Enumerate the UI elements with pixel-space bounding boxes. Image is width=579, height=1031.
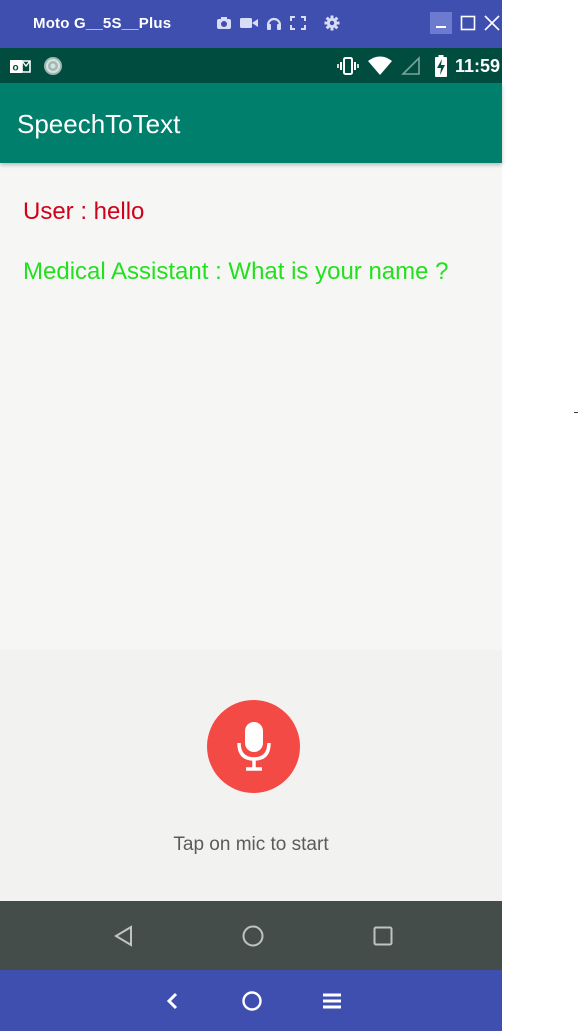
headphones-icon[interactable] xyxy=(266,16,282,30)
vibrate-icon xyxy=(337,56,359,76)
maximize-icon[interactable] xyxy=(460,15,476,31)
camera-icon[interactable] xyxy=(216,16,232,30)
wifi-icon xyxy=(367,56,393,76)
emulator-bottom-bar xyxy=(0,970,502,1031)
mic-button[interactable] xyxy=(207,700,300,793)
nav-back-icon[interactable] xyxy=(111,923,137,949)
mic-hint: Tap on mic to start xyxy=(173,834,329,855)
window-controls xyxy=(422,12,500,34)
outlook-icon: o xyxy=(9,57,31,75)
app-toolbar: SpeechToText xyxy=(0,83,502,163)
device-title: Moto G__5S__Plus xyxy=(33,15,172,32)
settings-icon[interactable] xyxy=(324,15,340,31)
menu-icon[interactable] xyxy=(319,988,345,1014)
assistant-message: Medical Assistant : What is your name ? xyxy=(23,258,449,285)
emulator-title-bar: Moto G__5S__Plus xyxy=(0,0,502,48)
close-icon[interactable] xyxy=(484,15,500,31)
user-message: User : hello xyxy=(23,198,145,225)
battery-charging-icon xyxy=(434,55,447,77)
nav-recents-icon[interactable] xyxy=(370,923,396,949)
app-title: SpeechToText xyxy=(17,109,181,139)
conversation-area: User : hello Medical Assistant : What is… xyxy=(0,163,502,650)
mic-panel: Tap on mic to start xyxy=(0,650,502,901)
emulator-toolbar xyxy=(216,14,348,32)
status-bar: o 11:59 xyxy=(0,48,502,83)
video-icon[interactable] xyxy=(240,17,258,29)
svg-text:o: o xyxy=(13,63,19,74)
signal-icon xyxy=(401,56,421,76)
microphone-icon xyxy=(234,721,274,773)
status-system-icons: 11:59 xyxy=(337,54,500,78)
back-icon[interactable] xyxy=(159,988,185,1014)
status-time: 11:59 xyxy=(454,55,500,76)
fullscreen-icon[interactable] xyxy=(290,16,306,30)
nav-home-icon[interactable] xyxy=(240,923,266,949)
emulator-window: Moto G__5S__Plus o 11:59 SpeechToText Us… xyxy=(0,0,579,1031)
minimize-icon[interactable] xyxy=(430,12,452,34)
home-icon[interactable] xyxy=(239,988,265,1014)
side-marker xyxy=(574,412,578,413)
status-notification-icons: o xyxy=(9,56,63,76)
sync-icon xyxy=(43,56,63,76)
android-nav-bar xyxy=(0,901,502,970)
